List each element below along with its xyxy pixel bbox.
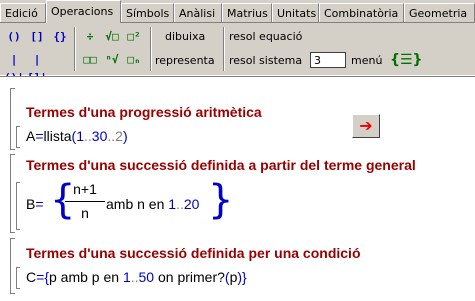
toolbar: () [] {} |()| |[]| ÷ √□ □² □□ ⁿ√ □ₙ dibu…	[0, 23, 475, 84]
norm-icon[interactable]: |[]|	[27, 51, 47, 84]
brackets-icon[interactable]: []	[27, 28, 47, 46]
arg: ..2	[107, 128, 123, 144]
expression-a[interactable]: A=llista(1..30..2)	[26, 128, 128, 144]
expression-bracket[interactable]	[16, 182, 20, 230]
variable: B	[26, 196, 36, 212]
range-dots: ..	[176, 196, 184, 212]
system-count-input[interactable]: 3	[310, 52, 346, 68]
tab-bar: Edició Operacions Símbols Anàlisi Matriu…	[0, 0, 475, 23]
paren: )	[122, 128, 128, 144]
block-bracket[interactable]	[10, 88, 15, 150]
menu-icon[interactable]: {☰}	[390, 51, 422, 69]
arg: 1	[76, 128, 85, 144]
run-button[interactable]: ➔	[352, 114, 380, 138]
tab-operacions[interactable]: Operacions	[46, 0, 121, 23]
expr-text: p amb p en	[49, 269, 123, 285]
expression-b-tail[interactable]: amb n en 1..20	[106, 196, 199, 212]
expression-bracket[interactable]	[16, 267, 20, 289]
sqrt-icon[interactable]: √□	[102, 28, 122, 46]
fraction-icon[interactable]: ÷	[80, 28, 100, 46]
variable: C	[26, 269, 37, 285]
range-dots: ..	[84, 128, 92, 144]
equals-sign: =	[35, 196, 44, 212]
amb-text: amb n en	[106, 196, 169, 212]
toolbar-separator	[150, 27, 152, 71]
toolbar-separator	[223, 27, 225, 71]
function-name: llista	[43, 128, 72, 144]
expr-text: on primer?	[154, 269, 225, 285]
session-block-1: Termes d'una progressió aritmètica A=lli…	[10, 88, 475, 150]
braces-icon[interactable]: {}	[50, 28, 70, 46]
block-heading: Termes d'una successió definida a partir…	[26, 157, 416, 173]
representa-button[interactable]: representa	[155, 53, 215, 69]
range-dots: ..	[130, 269, 139, 285]
block-bracket[interactable]	[10, 238, 15, 294]
fraction-bar	[65, 201, 105, 202]
resol-equacio-button[interactable]: resol equació	[229, 29, 302, 45]
tab-analisi[interactable]: Anàlisi	[174, 3, 222, 22]
close-brace: }	[242, 269, 247, 285]
subscript-icon[interactable]: □□	[80, 51, 100, 69]
tab-geometria[interactable]: Geometria	[404, 3, 475, 22]
absolute-value-icon[interactable]: |()|	[4, 51, 24, 84]
range-start: 1	[122, 269, 131, 285]
dibuixa-button[interactable]: dibuixa	[165, 29, 205, 45]
range-end: 50	[138, 269, 155, 285]
tab-combinatoria[interactable]: Combinatòria	[319, 3, 404, 22]
arg: 30	[91, 128, 108, 144]
equals-sign: =	[35, 128, 44, 144]
numerator[interactable]: n+1	[65, 181, 105, 197]
block-heading: Termes d'una progressió aritmètica	[26, 104, 262, 120]
close-brace: }	[208, 177, 234, 223]
expression-c[interactable]: C={p amb p en 1..50 on primer?(p)}	[26, 269, 247, 285]
range-start: 1	[168, 196, 177, 212]
index-icon[interactable]: □ₙ	[124, 51, 144, 69]
denominator[interactable]: n	[65, 205, 105, 221]
tab-edicio[interactable]: Edició	[0, 3, 46, 22]
expression-bracket[interactable]	[16, 126, 20, 148]
session-block-2: Termes d'una successió definida a partir…	[10, 154, 475, 233]
tab-simbols[interactable]: Símbols	[121, 3, 174, 22]
expression-b-var[interactable]: B=	[26, 196, 44, 212]
workspace[interactable]: Termes d'una progressió aritmètica A=lli…	[0, 76, 475, 301]
tab-matrius[interactable]: Matrius	[222, 3, 272, 22]
nth-root-icon[interactable]: ⁿ√	[102, 51, 122, 69]
power-icon[interactable]: □²	[124, 28, 144, 46]
resol-sistema-button[interactable]: resol sistema	[229, 53, 302, 69]
variable: A	[26, 128, 36, 144]
tab-unitats[interactable]: Unitats	[272, 3, 319, 22]
range-end: 20	[183, 196, 200, 212]
block-heading: Termes d'una successió definida per una …	[26, 245, 361, 261]
parentheses-icon[interactable]: ()	[4, 28, 24, 46]
block-bracket[interactable]	[10, 154, 15, 233]
menu-button[interactable]: menú	[351, 53, 382, 69]
toolbar-separator	[74, 27, 76, 71]
session-block-3: Termes d'una successió definida per una …	[10, 238, 475, 294]
